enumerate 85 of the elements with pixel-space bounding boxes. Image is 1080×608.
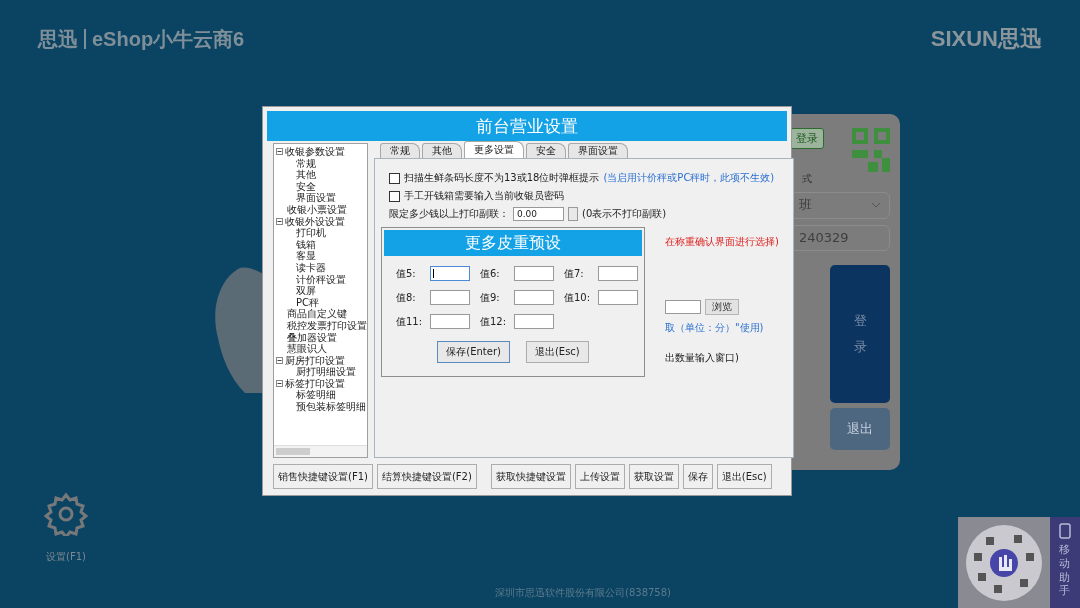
dialog-button[interactable]: 获取快捷键设置 (490, 464, 571, 489)
dialog-button[interactable]: 退出(Esc) (716, 464, 772, 489)
login-button[interactable]: 登录 (830, 265, 890, 403)
option-label[interactable]: 扫描生鲜条码长度不为13或18位时弹框提示 (404, 171, 600, 185)
value-field[interactable] (514, 314, 554, 329)
value-field[interactable] (514, 290, 554, 305)
dialog-button[interactable]: 销售快捷键设置(F1) (273, 464, 373, 489)
tree-item[interactable]: 其他 (296, 169, 316, 181)
popup-button[interactable]: 退出(Esc) (525, 341, 589, 363)
dialog-button[interactable]: 结算快捷键设置(F2) (376, 464, 477, 489)
tree-item[interactable]: 预包装标签明细 (296, 401, 366, 413)
collapse-icon[interactable] (276, 357, 283, 364)
tree-item[interactable]: 读卡器 (296, 261, 326, 274)
phone-icon (1059, 523, 1071, 539)
checkbox[interactable] (389, 172, 400, 184)
scrollbar[interactable] (274, 445, 367, 457)
tree-item[interactable]: 标签明细 (296, 389, 336, 402)
value-label: 值5: (396, 266, 417, 281)
quantity-note: 出数量输入窗口) (665, 351, 739, 365)
tree-item[interactable]: 收银小票设置 (287, 203, 347, 216)
browse-button[interactable]: 浏览 (705, 299, 739, 315)
tree-item[interactable]: 厨房打印设置 (285, 354, 345, 367)
tree-item[interactable]: 界面设置 (296, 192, 336, 204)
chevron-down-icon (871, 202, 881, 209)
tree-item[interactable]: 常规 (296, 157, 316, 170)
tab[interactable]: 更多设置 (464, 141, 524, 158)
value-field[interactable] (430, 266, 470, 281)
option-label: 限定多少钱以上打印副联： (389, 207, 509, 221)
tab[interactable]: 其他 (422, 143, 462, 158)
popup-title: 更多皮重预设 (384, 230, 642, 256)
checkbox[interactable] (389, 190, 400, 202)
tree-item[interactable]: 税控发票打印设置 (287, 319, 367, 332)
tree-item[interactable]: 叠加器设置 (287, 331, 337, 344)
value-field[interactable] (514, 266, 554, 281)
dialog-button[interactable]: 保存 (682, 464, 713, 489)
value-field[interactable] (598, 266, 638, 281)
value-label: 值6: (480, 266, 501, 281)
value-label: 值10: (564, 290, 592, 305)
tree-item[interactable]: 双屏 (296, 285, 316, 297)
tab[interactable]: 界面设置 (568, 143, 628, 158)
unit-note: 取（单位：分）"使用) (665, 321, 764, 335)
tree-item[interactable]: 收银参数设置 (285, 146, 345, 158)
tree-item[interactable]: 收银外设设置 (285, 215, 345, 228)
tree-item[interactable]: 安全 (296, 180, 316, 193)
tree-item[interactable]: PC秤 (296, 296, 319, 309)
spinner[interactable] (568, 207, 578, 221)
collapse-icon[interactable] (276, 148, 283, 156)
dialog-button[interactable]: 上传设置 (574, 464, 625, 489)
option-note: (0表示不打印副联) (582, 207, 667, 221)
vendor-logo: SIXUN思迅 (930, 25, 1042, 53)
exit-button[interactable]: 退出 (830, 408, 890, 450)
tree-item[interactable]: 标签打印设置 (285, 377, 345, 390)
tree-item[interactable]: 钱箱 (296, 238, 316, 251)
collapse-icon[interactable] (276, 380, 283, 388)
option-note: (当启用计价秤或PC秤时，此项不生效) (603, 171, 775, 185)
popup-button[interactable]: 保存(Enter) (437, 341, 510, 363)
settings-icon[interactable] (44, 492, 88, 536)
footer-text: 深圳市思迅软件股份有限公司(838758) (495, 586, 671, 600)
value-field[interactable] (430, 314, 470, 329)
collapse-icon[interactable] (276, 217, 283, 225)
amount-field[interactable]: 0.00 (513, 207, 564, 221)
product-name: eShop小牛云商6 (92, 26, 245, 52)
dialog-title: 前台营业设置 (267, 111, 787, 141)
tree-item[interactable]: 厨打明细设置 (296, 366, 356, 378)
brand-logo: 思迅 (38, 26, 78, 52)
mode-label: 式 (801, 172, 813, 186)
value-label: 值7: (564, 266, 585, 281)
option-label[interactable]: 手工开钱箱需要输入当前收银员密码 (404, 189, 564, 203)
weigh-note: 在称重确认界面进行选择) (665, 235, 779, 249)
tree-item[interactable]: 计价秤设置 (296, 273, 346, 286)
login-tag[interactable]: 登录 (790, 128, 824, 149)
tab[interactable]: 常规 (380, 143, 420, 158)
tab[interactable]: 安全 (526, 143, 566, 158)
value-label: 值8: (396, 290, 417, 305)
value-label: 值11: (396, 314, 424, 329)
tree-item[interactable]: 客显 (296, 250, 316, 262)
tree-item[interactable]: 慧眼识人 (287, 343, 327, 355)
path-field[interactable] (665, 300, 701, 314)
tree-item[interactable]: 打印机 (296, 227, 326, 239)
dialog-button[interactable]: 获取设置 (628, 464, 679, 489)
value-field[interactable] (430, 290, 470, 305)
value-label: 值12: (480, 314, 508, 329)
value-field[interactable] (598, 290, 638, 305)
value-label: 值9: (480, 290, 501, 305)
tree-item[interactable]: 商品自定义键 (287, 308, 347, 320)
